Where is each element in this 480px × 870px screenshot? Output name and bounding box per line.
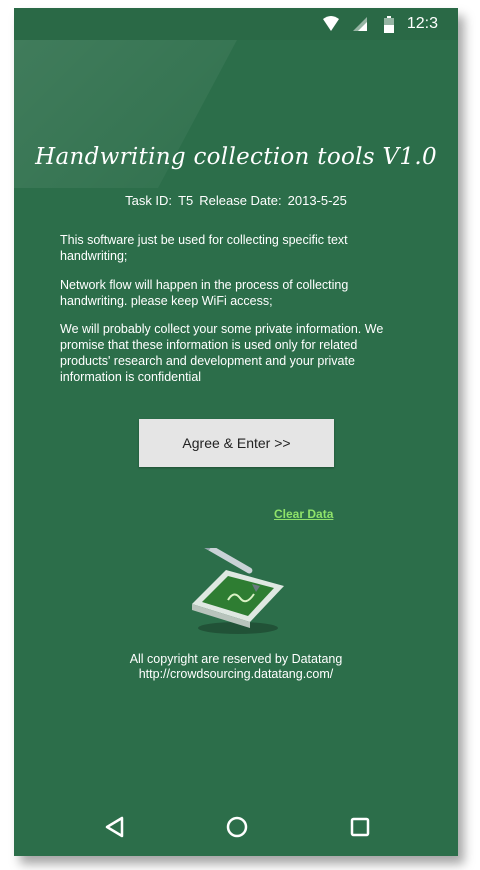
back-icon[interactable] bbox=[98, 810, 132, 844]
navigation-bar bbox=[14, 800, 458, 856]
task-id-label: Task ID: bbox=[125, 193, 173, 208]
copyright-block: All copyright are reserved by Datatang h… bbox=[14, 652, 458, 682]
status-bar: 12:3 bbox=[14, 8, 458, 40]
signal-icon bbox=[353, 17, 367, 31]
release-date-value: 2013-5-25 bbox=[287, 193, 347, 208]
notice-paragraph-1: This software just be used for collectin… bbox=[60, 233, 348, 263]
copyright-line: All copyright are reserved by Datatang bbox=[129, 652, 343, 666]
agree-enter-button[interactable]: Agree & Enter >> bbox=[139, 419, 334, 467]
app-screen: 12:3 Handwriting collection tools V1.0 T… bbox=[14, 8, 458, 856]
notice-paragraph-3: We will probably collect your some priva… bbox=[60, 322, 384, 384]
status-time: 12:3 bbox=[406, 15, 438, 32]
task-id-value: T5 bbox=[178, 193, 194, 208]
task-info: Task ID: T5 Release Date: 2013-5-25 bbox=[14, 193, 458, 208]
website-url: http://crowdsourcing.datatang.com/ bbox=[138, 667, 334, 681]
battery-icon bbox=[384, 16, 394, 33]
app-title: Handwriting collection tools V1.0 bbox=[35, 144, 437, 170]
notice-paragraph-2: Network flow will happen in the process … bbox=[60, 278, 349, 308]
wifi-icon bbox=[323, 16, 339, 31]
home-icon[interactable] bbox=[220, 810, 254, 844]
release-date-label: Release Date: bbox=[199, 193, 282, 208]
clear-data-link[interactable]: Clear Data bbox=[274, 507, 333, 521]
tablet-pen-logo-icon bbox=[192, 548, 284, 634]
recents-icon[interactable] bbox=[343, 810, 377, 844]
